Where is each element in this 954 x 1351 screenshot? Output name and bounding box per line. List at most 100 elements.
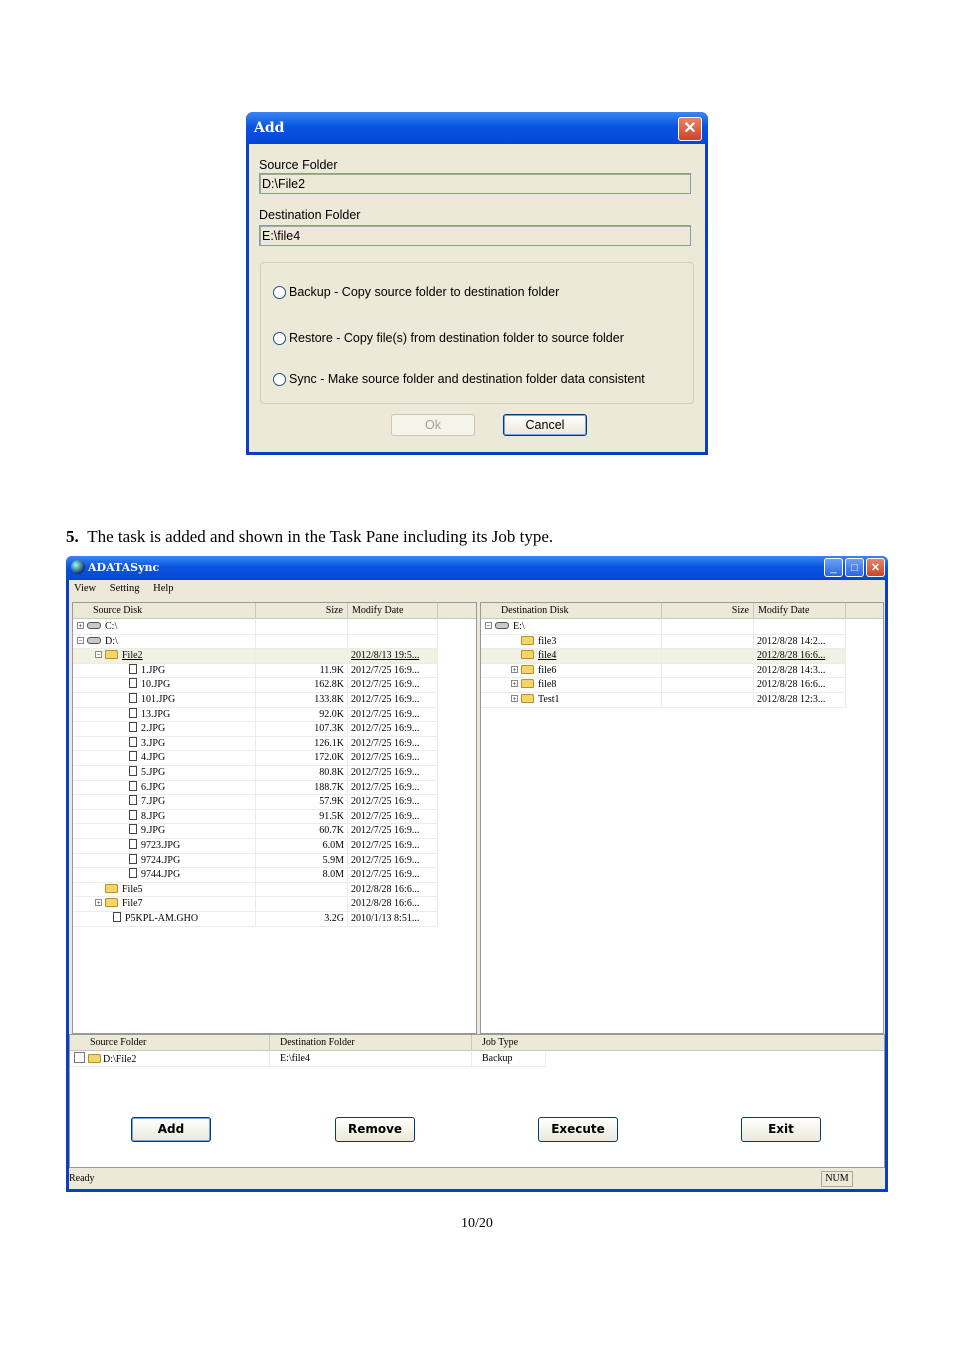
source-item-name: 9744.JPG — [141, 869, 181, 881]
close-icon[interactable]: ✕ — [866, 558, 885, 577]
task-pane[interactable]: Source Folder Destination Folder Job Typ… — [69, 1034, 885, 1168]
source-row[interactable]: P5KPL-AM.GHO 3.2G 2010/1/13 8:51... — [73, 912, 438, 927]
expand-icon[interactable]: + — [95, 899, 102, 907]
dest-row[interactable]: file4 2012/8/28 16:6... — [481, 649, 846, 664]
file-icon — [129, 868, 137, 879]
dest-item-name: file4 — [538, 650, 557, 662]
source-row[interactable]: − D:\ — [73, 634, 438, 650]
dest-pane-header: Destination Disk Size Modify Date — [481, 603, 883, 619]
source-row[interactable]: − File2 2012/8/13 19:5... — [73, 649, 438, 664]
minimize-icon[interactable]: _ — [824, 558, 843, 577]
source-row[interactable]: 4.JPG 172.0K 2012/7/25 16:9... — [73, 751, 438, 766]
source-item-size: 133.8K — [256, 693, 348, 708]
destination-folder-label: Destination Folder — [259, 208, 361, 222]
source-row[interactable]: 9.JPG 60.7K 2012/7/25 16:9... — [73, 824, 438, 839]
col-job-type[interactable]: Job Type — [472, 1035, 884, 1051]
source-row[interactable]: 8.JPG 91.5K 2012/7/25 16:9... — [73, 809, 438, 825]
dest-row[interactable]: + Test1 2012/8/28 12:3... — [481, 693, 846, 708]
dest-row[interactable]: file3 2012/8/28 14:2... — [481, 634, 846, 650]
source-row[interactable]: 9744.JPG 8.0M 2012/7/25 16:9... — [73, 868, 438, 883]
task-row[interactable]: D:\File2 E:\file4 Backup — [70, 1052, 550, 1067]
restore-radio[interactable]: Restore - Copy file(s) from destination … — [273, 331, 624, 345]
source-row[interactable]: 9723.JPG 6.0M 2012/7/25 16:9... — [73, 839, 438, 854]
source-row[interactable]: 101.JPG 133.8K 2012/7/25 16:9... — [73, 693, 438, 708]
maximize-icon[interactable]: □ — [845, 558, 864, 577]
source-item-date: 2012/7/25 16:9... — [348, 839, 438, 854]
col-size[interactable]: Size — [256, 603, 348, 619]
folder-icon — [105, 883, 118, 893]
expand-icon[interactable]: + — [511, 695, 518, 703]
step-text: The task is added and shown in the Task … — [87, 527, 554, 546]
col-destination-disk[interactable]: Destination Disk — [481, 603, 662, 619]
source-row[interactable]: 3.JPG 126.1K 2012/7/25 16:9... — [73, 736, 438, 752]
backup-radio[interactable]: Backup - Copy source folder to destinati… — [273, 285, 559, 299]
col-destination-folder[interactable]: Destination Folder — [270, 1035, 472, 1051]
file-icon — [129, 766, 137, 776]
execute-button[interactable]: Execute — [538, 1117, 618, 1142]
dialog-close-icon[interactable]: ✕ — [678, 117, 702, 141]
exit-button[interactable]: Exit — [741, 1117, 821, 1142]
task-destination: E:\file4 — [270, 1052, 472, 1067]
source-row[interactable]: + File7 2012/8/28 16:6... — [73, 897, 438, 912]
task-source: D:\File2 — [103, 1054, 137, 1065]
dest-item-name: E:\ — [513, 621, 525, 632]
source-item-size: 162.8K — [256, 678, 348, 693]
remove-button[interactable]: Remove — [335, 1117, 415, 1142]
source-disk-pane[interactable]: Source Disk Size Modify Date + C:\ − D:\ − Fi… — [72, 602, 477, 1034]
source-row[interactable]: 6.JPG 188.7K 2012/7/25 16:9... — [73, 780, 438, 796]
source-item-date: 2012/7/25 16:9... — [348, 809, 438, 825]
source-item-size — [256, 882, 348, 898]
source-row[interactable]: + C:\ — [73, 620, 438, 635]
page-number: 10/20 — [461, 1216, 493, 1231]
col-source-folder[interactable]: Source Folder — [70, 1035, 270, 1051]
source-row[interactable]: 9724.JPG 5.9M 2012/7/25 16:9... — [73, 853, 438, 869]
source-item-size — [256, 634, 348, 650]
dest-item-size — [662, 634, 754, 650]
source-item-name: 6.JPG — [141, 781, 166, 793]
collapse-icon[interactable]: − — [95, 651, 102, 659]
add-button[interactable]: Add — [131, 1117, 211, 1142]
collapse-icon[interactable]: − — [77, 636, 84, 644]
source-row[interactable]: 13.JPG 92.0K 2012/7/25 16:9... — [73, 707, 438, 723]
source-item-size: 60.7K — [256, 824, 348, 839]
destination-folder-field[interactable]: E:\file4 — [259, 225, 691, 246]
dest-row[interactable]: + file8 2012/8/28 16:6... — [481, 678, 846, 693]
source-item-size: 188.7K — [256, 780, 348, 796]
expand-icon[interactable]: + — [511, 665, 518, 673]
cancel-button[interactable]: Cancel — [503, 414, 587, 436]
expand-icon[interactable]: + — [77, 622, 84, 630]
ok-button[interactable]: Ok — [391, 414, 475, 436]
menu-view[interactable]: View — [74, 580, 96, 598]
menu-help[interactable]: Help — [153, 580, 173, 598]
source-item-name: 101.JPG — [141, 694, 176, 705]
source-folder-field[interactable]: D:\File2 — [259, 173, 691, 194]
source-row[interactable]: 1.JPG 11.9K 2012/7/25 16:9... — [73, 663, 438, 679]
file-icon — [129, 853, 137, 864]
collapse-icon[interactable]: − — [485, 622, 492, 630]
col-modify-date[interactable]: Modify Date — [754, 603, 846, 619]
source-item-name: 7.JPG — [141, 796, 166, 808]
destination-disk-pane[interactable]: Destination Disk Size Modify Date − E:\ fi… — [480, 602, 884, 1034]
source-row[interactable]: 2.JPG 107.3K 2012/7/25 16:9... — [73, 722, 438, 737]
sync-radio[interactable]: Sync - Make source folder and destinatio… — [273, 372, 645, 386]
file-icon — [129, 809, 137, 820]
task-pane-header: Source Folder Destination Folder Job Typ… — [70, 1035, 884, 1051]
col-source-disk[interactable]: Source Disk — [73, 603, 256, 619]
source-row[interactable]: 10.JPG 162.8K 2012/7/25 16:9... — [73, 678, 438, 693]
source-row[interactable]: 7.JPG 57.9K 2012/7/25 16:9... — [73, 795, 438, 810]
source-row[interactable]: 5.JPG 80.8K 2012/7/25 16:9... — [73, 766, 438, 781]
source-row[interactable]: File5 2012/8/28 16:6... — [73, 882, 438, 898]
file-icon — [129, 780, 137, 791]
task-checkbox[interactable] — [74, 1052, 85, 1063]
col-modify-date[interactable]: Modify Date — [348, 603, 438, 619]
source-folder-label: Source Folder — [259, 158, 338, 172]
col-size[interactable]: Size — [662, 603, 754, 619]
dest-row[interactable]: − E:\ — [481, 620, 846, 635]
dialog-title-bar[interactable]: Add ✕ — [246, 112, 708, 144]
source-item-name: 10.JPG — [141, 679, 171, 691]
menu-setting[interactable]: Setting — [110, 580, 140, 598]
dest-row[interactable]: + file6 2012/8/28 14:3... — [481, 663, 846, 679]
radio-circle-icon — [273, 285, 286, 299]
expand-icon[interactable]: + — [511, 680, 518, 688]
window-title-bar[interactable]: ADATASync _ □ ✕ — [66, 556, 888, 580]
